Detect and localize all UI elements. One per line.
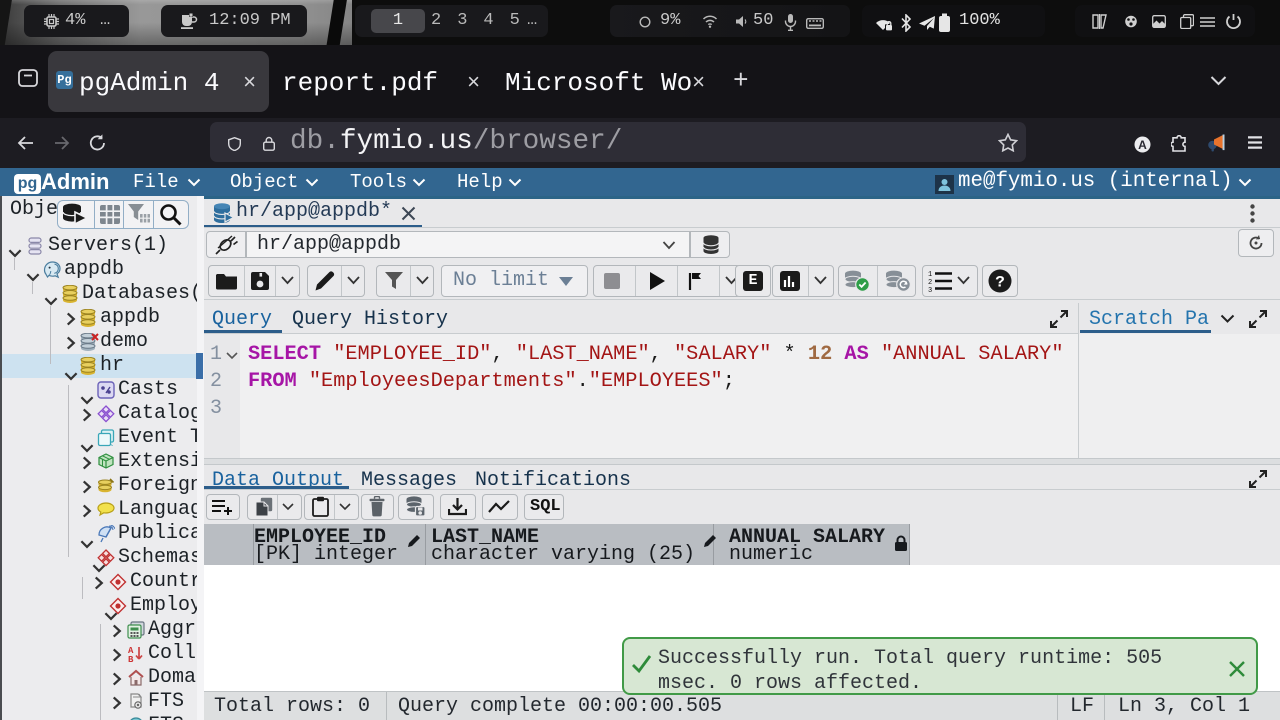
svg-text:A: A	[1138, 138, 1147, 152]
svg-text:1: 1	[928, 271, 932, 279]
svg-text:B: B	[128, 655, 134, 663]
svg-text:2: 2	[928, 279, 932, 287]
svg-text:?: ?	[995, 274, 1005, 292]
svg-text:3: 3	[928, 287, 932, 292]
